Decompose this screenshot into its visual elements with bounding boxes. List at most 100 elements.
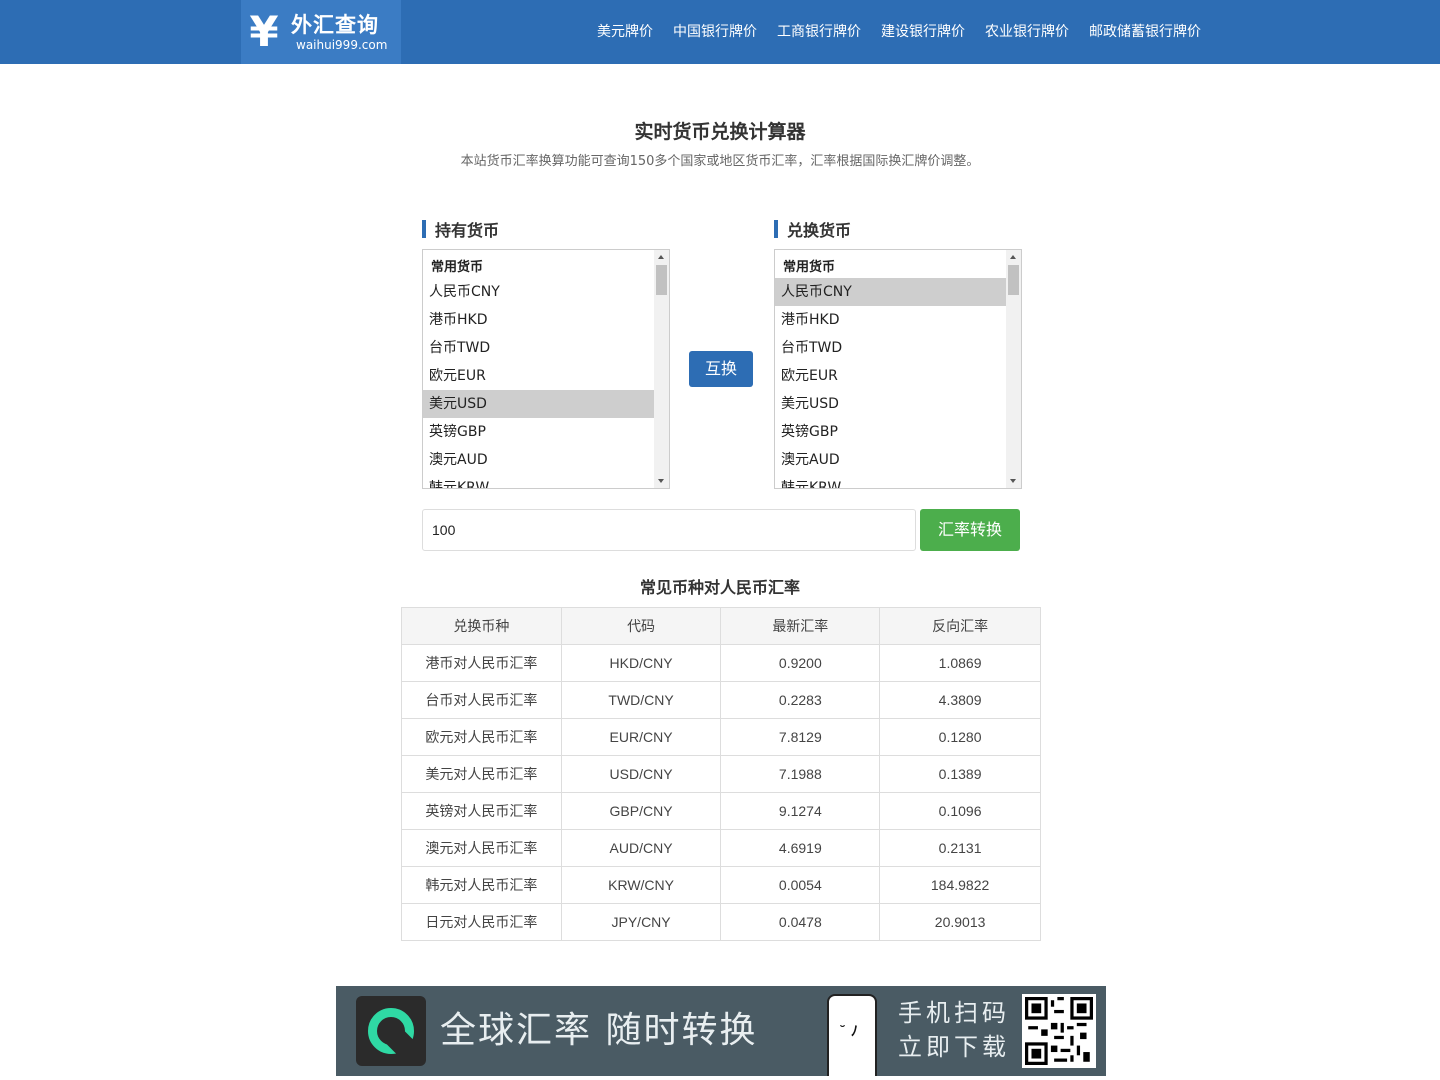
from-currency-heading: 持有货币 [422,216,672,242]
latest-rate: 0.0478 [720,903,881,941]
currency-pair-name: 港币对人民币汇率 [401,644,562,682]
rates-table-body: 港币对人民币汇率 HKD/CNY 0.9200 1.0869 台币对人民币汇率 TWD/C… [401,644,1041,941]
to-currency-panel: 兑换货币 常用货币 人民币CNY 港币HKD 台币TWD 欧元EUR 美元USD 英镑GB… [774,216,1024,489]
site-header: ¥ 外汇查询 waihui999.com 美元牌价 中国银行牌价 工商银行牌价 … [0,0,1440,64]
from-currency-option[interactable]: 台币TWD [423,334,655,362]
to-currency-option[interactable]: 港币HKD [775,306,1007,334]
to-currency-option[interactable]: 美元USD [775,390,1007,418]
table-row: 澳元对人民币汇率 AUD/CNY 4.6919 0.2131 [401,829,1041,867]
page-title: 实时货币兑换计算器 [634,121,806,143]
logo-domain: waihui999.com [296,38,388,52]
main-nav: 美元牌价 中国银行牌价 工商银行牌价 建设银行牌价 农业银行牌价 邮政储蓄银行牌… [587,0,1211,64]
to-currency-options: 常用货币 人民币CNY 港币HKD 台币TWD 欧元EUR 美元USD 英镑GBP 澳元AU… [775,250,1007,488]
latest-rate: 7.1988 [720,755,881,793]
scroll-thumb[interactable] [1008,265,1019,295]
to-currency-option[interactable]: 台币TWD [775,334,1007,362]
from-currency-option[interactable]: 韩元KRW [423,474,655,488]
reverse-rate: 184.9822 [879,866,1041,904]
to-currency-option[interactable]: 欧元EUR [775,362,1007,390]
currency-code: GBP/CNY [560,792,722,830]
nav-usd-rates[interactable]: 美元牌价 [587,0,663,64]
column-header: 代码 [560,607,722,645]
amount-input[interactable] [422,509,916,551]
qr-code-icon[interactable] [1022,994,1096,1068]
to-list-scrollbar[interactable] [1006,250,1021,488]
nav-abc-rates[interactable]: 农业银行牌价 [975,0,1079,64]
currency-code: TWD/CNY [560,681,722,719]
page-subtitle: 本站货币汇率换算功能可查询150多个国家或地区货币汇率，汇率根据国际换汇牌价调整… [460,154,980,169]
rates-table: 兑换币种 代码 最新汇率 反向汇率 港币对人民币汇率 HKD/CNY 0.9200 1… [401,607,1041,941]
currency-code: AUD/CNY [560,829,722,867]
latest-rate: 7.8129 [720,718,881,756]
from-list-scrollbar[interactable] [654,250,669,488]
to-currency-option[interactable]: 韩元KRW [775,474,1007,488]
convert-button[interactable]: 汇率转换 [920,509,1020,551]
scroll-down-icon[interactable] [658,479,664,483]
reverse-rate: 0.2131 [879,829,1041,867]
reverse-rate: 20.9013 [879,903,1041,941]
table-header-row: 兑换币种 代码 最新汇率 反向汇率 [401,607,1041,645]
from-currency-option[interactable]: 美元USD [423,390,655,418]
currency-pair-name: 韩元对人民币汇率 [401,866,562,904]
currency-pair-name: 英镑对人民币汇率 [401,792,562,830]
reverse-rate: 1.0869 [879,644,1041,682]
wink-face-icon: ˘ ﾉ [839,1024,858,1040]
scroll-down-icon[interactable] [1010,479,1016,483]
option-group-label: 常用货币 [783,260,836,275]
nav-boc-rates[interactable]: 中国银行牌价 [663,0,767,64]
scan-line-1: 手机扫码 [898,999,1010,1027]
column-header: 反向汇率 [879,607,1041,645]
banner-slogan: 全球汇率 随时转换 [440,1010,758,1051]
latest-rate: 4.6919 [720,829,881,867]
to-currency-heading: 兑换货币 [774,216,1024,242]
currency-pair-name: 台币对人民币汇率 [401,681,562,719]
currency-code: JPY/CNY [560,903,722,941]
to-currency-option[interactable]: 英镑GBP [775,418,1007,446]
nav-psbc-rates[interactable]: 邮政储蓄银行牌价 [1079,0,1211,64]
refresh-icon [356,996,426,1066]
rates-table-title: 常见币种对人民币汇率 [639,578,800,597]
heading-accent-bar [422,220,426,238]
scroll-up-icon[interactable] [658,255,664,259]
logo-name: 外汇查询 [291,13,379,37]
to-currency-select[interactable]: 常用货币 人民币CNY 港币HKD 台币TWD 欧元EUR 美元USD 英镑GBP 澳元AU… [774,249,1022,489]
currency-code: KRW/CNY [560,866,722,904]
scan-line-2: 立即下载 [898,1033,1010,1061]
nav-icbc-rates[interactable]: 工商银行牌价 [767,0,871,64]
table-row: 日元对人民币汇率 JPY/CNY 0.0478 20.9013 [401,903,1041,941]
table-row: 港币对人民币汇率 HKD/CNY 0.9200 1.0869 [401,644,1041,682]
from-currency-option[interactable]: 港币HKD [423,306,655,334]
latest-rate: 0.2283 [720,681,881,719]
table-row: 韩元对人民币汇率 KRW/CNY 0.0054 184.9822 [401,866,1041,904]
from-currency-select[interactable]: 常用货币 人民币CNY 港币HKD 台币TWD 欧元EUR 美元USD 英镑GBP 澳元AU… [422,249,670,489]
scan-prompt: 手机扫码 立即下载 [898,996,1010,1064]
app-download-banner[interactable]: 全球汇率 随时转换 ˘ ﾉ 手机扫码 立即下载 [336,986,1106,1076]
from-currency-option[interactable]: 澳元AUD [423,446,655,474]
from-currency-label: 持有货币 [435,221,500,240]
latest-rate: 0.9200 [720,644,881,682]
to-currency-option[interactable]: 人民币CNY [775,278,1007,306]
reverse-rate: 0.1389 [879,755,1041,793]
to-currency-label: 兑换货币 [787,221,852,240]
scroll-thumb[interactable] [656,265,667,295]
nav-ccb-rates[interactable]: 建设银行牌价 [871,0,975,64]
table-row: 欧元对人民币汇率 EUR/CNY 7.8129 0.1280 [401,718,1041,756]
currency-pair-name: 美元对人民币汇率 [401,755,562,793]
currency-code: USD/CNY [560,755,722,793]
qr-code-graphic [1025,997,1093,1065]
currency-code: EUR/CNY [560,718,722,756]
from-currency-option[interactable]: 欧元EUR [423,362,655,390]
scroll-up-icon[interactable] [1010,255,1016,259]
column-header: 最新汇率 [720,607,881,645]
from-currency-option[interactable]: 英镑GBP [423,418,655,446]
from-currency-options: 常用货币 人民币CNY 港币HKD 台币TWD 欧元EUR 美元USD 英镑GBP 澳元AU… [423,250,655,488]
swap-button[interactable]: 互换 [689,351,753,387]
to-currency-option[interactable]: 澳元AUD [775,446,1007,474]
site-logo[interactable]: ¥ 外汇查询 waihui999.com [241,0,401,64]
reverse-rate: 0.1096 [879,792,1041,830]
latest-rate: 9.1274 [720,792,881,830]
latest-rate: 0.0054 [720,866,881,904]
table-row: 英镑对人民币汇率 GBP/CNY 9.1274 0.1096 [401,792,1041,830]
from-currency-option[interactable]: 人民币CNY [423,278,655,306]
currency-pair-name: 欧元对人民币汇率 [401,718,562,756]
